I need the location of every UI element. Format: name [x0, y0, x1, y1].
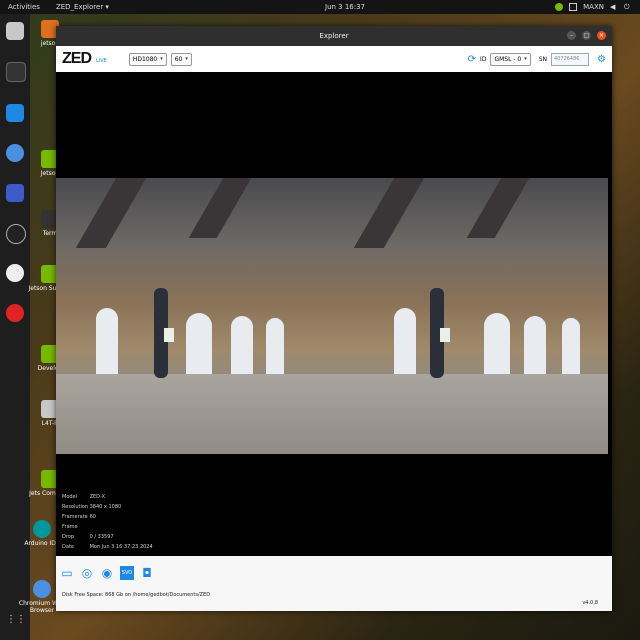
minimize-icon[interactable]: –: [567, 31, 576, 40]
model-value: ZED-X: [89, 494, 106, 500]
id-label: ID: [480, 56, 487, 63]
version-label: v4.0.8: [582, 600, 598, 606]
resolution-value: 3840 x 1080: [89, 504, 122, 510]
left-camera-image: [56, 178, 334, 454]
activities-button[interactable]: Activities: [8, 3, 40, 11]
software-icon[interactable]: [6, 264, 24, 282]
refresh-icon[interactable]: ⟳: [468, 54, 476, 65]
video-view[interactable]: Model ZED-X Resolution 3840 x 1080 Frame…: [56, 72, 612, 556]
serial-number-field[interactable]: 40726486: [551, 53, 590, 66]
show-apps-icon[interactable]: ⋮⋮: [6, 614, 26, 632]
terminal-icon[interactable]: [6, 62, 26, 82]
bottom-bar: ▭ ◎ ◉ SVO ◘ Disk Free Space: 868 Gb on /…: [56, 556, 612, 611]
live-indicator: LIVE: [96, 58, 107, 64]
camera-snapshot-icon[interactable]: ◘: [140, 566, 154, 580]
disk-free-space: Disk Free Space: 868 Gb on /home/gedbot/…: [62, 592, 211, 598]
right-camera-image: [334, 178, 608, 454]
system-tray: MAXN ◀ ⏻: [555, 3, 632, 11]
window-titlebar[interactable]: Explorer – □ ×: [56, 26, 612, 46]
nvidia-icon[interactable]: [555, 3, 564, 11]
vscode-icon[interactable]: [6, 104, 24, 122]
fps-select[interactable]: 60 ▾: [170, 52, 192, 66]
clock[interactable]: Jun 3 16:37: [325, 3, 365, 11]
zed-explorer-window: Explorer – □ × ZED LIVE HD1080 ▾ 60 ▾ ⟳ ID…: [56, 26, 612, 611]
framerate-value: 60: [89, 514, 96, 520]
files-icon[interactable]: [6, 22, 24, 40]
chevron-down-icon: ▾: [185, 55, 188, 62]
toolbar: ZED LIVE HD1080 ▾ 60 ▾ ⟳ ID GMSL - 0 ▾ SN 4…: [56, 46, 612, 73]
chevron-down-icon: ▾: [524, 56, 527, 62]
obs-icon[interactable]: [6, 224, 26, 244]
date-value: Mon Jun 3 16:37:23 2024: [89, 544, 153, 550]
camera-id-select[interactable]: GMSL - 0 ▾: [490, 53, 531, 66]
network-icon[interactable]: [569, 3, 578, 11]
camera-info-panel: Model ZED-X Resolution 3840 x 1080 Frame…: [62, 494, 153, 550]
stream-icon[interactable]: ◎: [80, 566, 94, 580]
power-mode-label[interactable]: MAXN: [583, 3, 604, 11]
help-icon[interactable]: [6, 304, 24, 322]
sn-label: SN: [538, 56, 548, 63]
text-editor-icon[interactable]: [6, 184, 24, 202]
folder-icon[interactable]: ▭: [60, 566, 74, 580]
window-title: Explorer: [319, 32, 349, 40]
record-icon[interactable]: ◉: [100, 566, 114, 580]
chromium-icon[interactable]: [6, 144, 24, 162]
app-menu[interactable]: ZED_Explorer ▾: [56, 3, 109, 11]
framedrop-value: 0 / 33597: [89, 534, 114, 540]
close-icon[interactable]: ×: [597, 31, 606, 40]
settings-gear-icon[interactable]: ⚙: [597, 54, 606, 65]
chevron-down-icon: ▾: [160, 55, 163, 62]
power-icon[interactable]: ⏻: [624, 3, 632, 11]
zed-logo: ZED: [62, 50, 92, 67]
resolution-select[interactable]: HD1080 ▾: [128, 52, 167, 66]
volume-icon[interactable]: ◀: [610, 3, 618, 11]
svo-icon[interactable]: SVO: [120, 566, 134, 580]
maximize-icon[interactable]: □: [582, 31, 591, 40]
system-top-bar: Activities ZED_Explorer ▾ Jun 3 16:37 MA…: [0, 0, 640, 14]
